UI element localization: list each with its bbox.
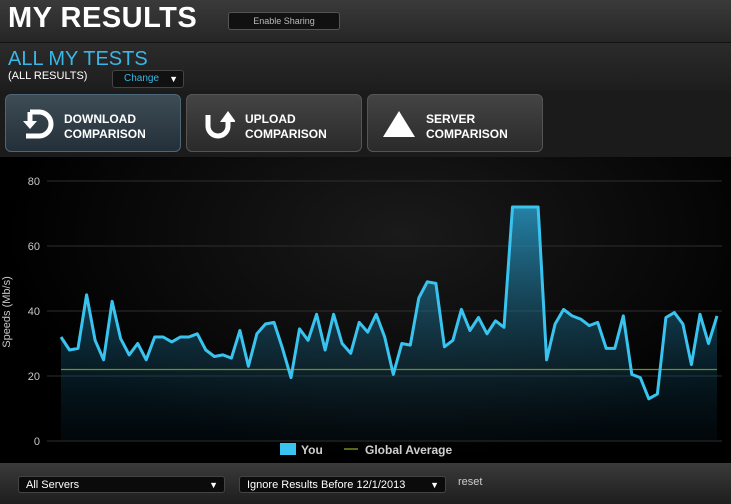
ignore-results-dropdown[interactable]: Ignore Results Before 12/1/2013 ▼ <box>239 476 446 493</box>
y-axis-label: Speeds (Mb/s) <box>1 276 13 348</box>
servers-dropdown-label: All Servers <box>26 479 80 491</box>
upload-icon <box>205 111 235 139</box>
results-filter-caption: (ALL RESULTS) <box>8 70 88 82</box>
footer-bar: All Servers ▼ Ignore Results Before 12/1… <box>0 463 731 504</box>
header-bar: MY RESULTS Enable Sharing <box>0 0 731 43</box>
speed-chart: 0 20 40 60 80 Speeds (Mb/s) You Global Average <box>0 157 731 463</box>
ignore-results-label: Ignore Results Before 12/1/2013 <box>247 479 406 491</box>
y-tick-label-3: 60 <box>28 241 40 253</box>
chevron-down-icon: ▼ <box>430 480 439 490</box>
y-tick-label-1: 20 <box>28 371 40 383</box>
series-you-area <box>61 207 717 441</box>
chevron-down-icon: ▼ <box>209 480 218 490</box>
tab-server-label: SERVER COMPARISON <box>426 112 508 141</box>
speed-chart-svg: 0 20 40 60 80 Speeds (Mb/s) You Global Average <box>1 176 722 457</box>
y-tick-label-4: 80 <box>28 176 40 188</box>
tab-server-comparison[interactable]: SERVER COMPARISON <box>367 94 543 152</box>
section-title: ALL MY TESTS <box>8 48 148 70</box>
tab-upload-comparison[interactable]: UPLOAD COMPARISON <box>186 94 362 152</box>
subheader-bar: ALL MY TESTS (ALL RESULTS) Change ▼ <box>0 43 731 91</box>
legend-you-swatch <box>280 443 296 455</box>
change-dropdown-label: Change <box>124 73 160 84</box>
change-dropdown[interactable]: Change ▼ <box>112 70 184 88</box>
download-icon <box>23 109 54 139</box>
tab-download-label: DOWNLOAD COMPARISON <box>64 112 146 141</box>
servers-dropdown[interactable]: All Servers ▼ <box>18 476 225 493</box>
chevron-down-icon: ▼ <box>169 74 178 84</box>
tab-upload-label: UPLOAD COMPARISON <box>245 112 327 141</box>
tab-download-comparison[interactable]: DOWNLOAD COMPARISON <box>5 94 181 152</box>
reset-link[interactable]: reset <box>458 476 482 488</box>
y-tick-label-0: 0 <box>34 436 40 448</box>
enable-sharing-button[interactable]: Enable Sharing <box>228 12 340 30</box>
y-tick-label-2: 40 <box>28 306 40 318</box>
legend-you-label: You <box>301 443 323 457</box>
legend-global-average-label: Global Average <box>365 443 452 457</box>
comparison-tabs: DOWNLOAD COMPARISON UPLOAD COMPARISON SE… <box>0 91 731 157</box>
triangle-icon <box>383 111 415 137</box>
page-title: MY RESULTS <box>8 2 198 34</box>
